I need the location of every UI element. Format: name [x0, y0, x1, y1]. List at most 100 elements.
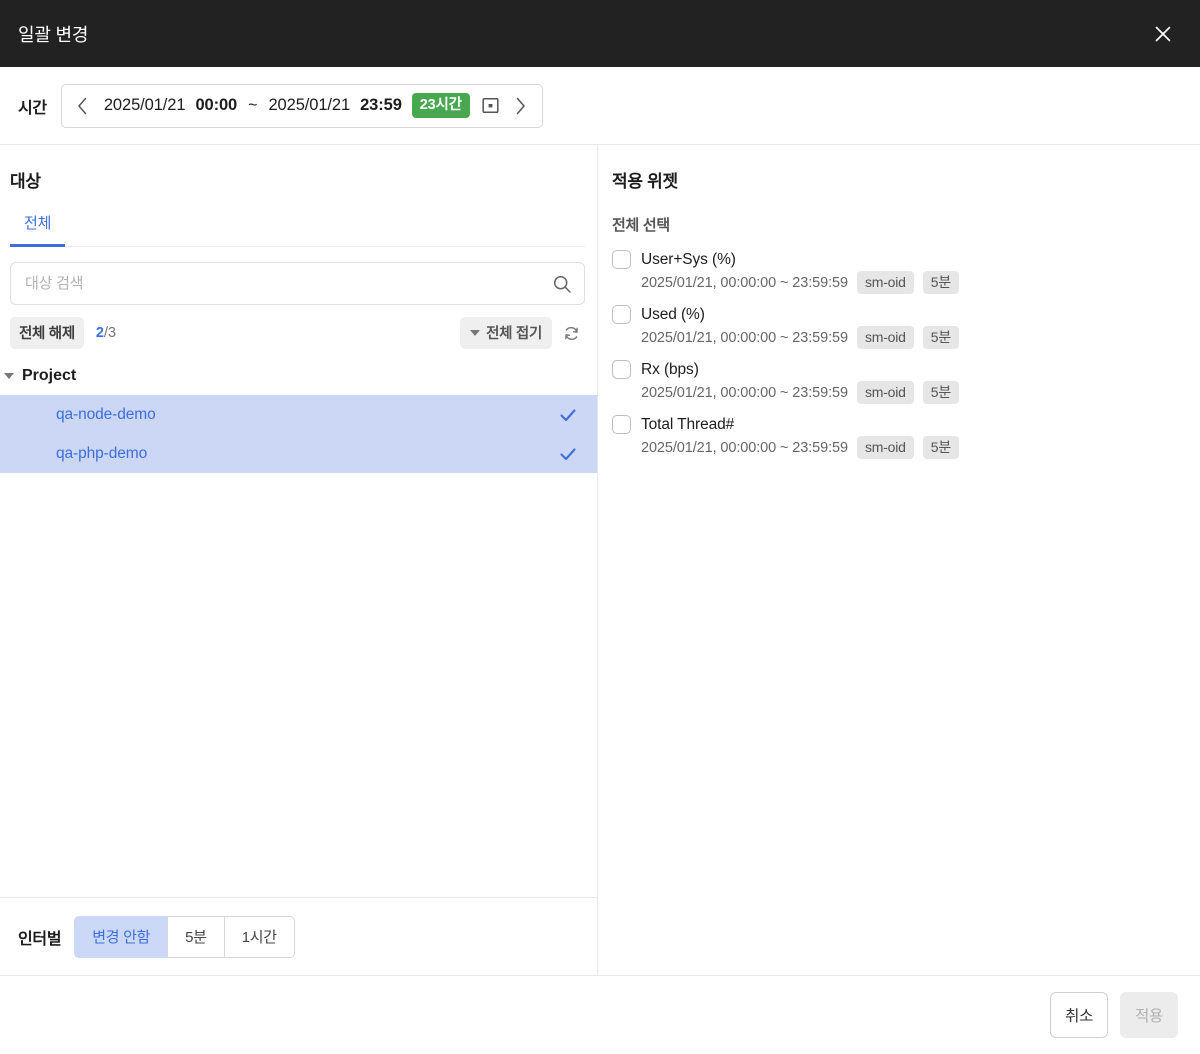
tree-item-list: qa-node-demo qa-php-demo: [0, 395, 597, 473]
collapse-all-button[interactable]: 전체 접기: [460, 317, 552, 349]
tree-group-label: Project: [22, 367, 77, 384]
chevron-down-icon: [4, 373, 14, 379]
widget-source-tag: sm-oid: [856, 436, 914, 460]
chevron-left-glyph: [78, 97, 87, 114]
widget-interval-tag: 5분: [922, 381, 960, 405]
widget-item-header: Rx (bps): [612, 360, 1180, 380]
widget-item: Rx (bps) 2025/01/21, 00:00:00 ~ 23:59:59…: [612, 360, 1180, 405]
time-label: 시간: [18, 99, 47, 117]
target-panel: 대상 전체 전체 해제 2/3: [0, 145, 598, 975]
time-range-row: 시간 2025/01/21 00:00 ~ 2025/01/21 23:59 2…: [0, 67, 1200, 145]
widget-item: Total Thread# 2025/01/21, 00:00:00 ~ 23:…: [612, 415, 1180, 460]
calendar-icon[interactable]: [478, 91, 504, 121]
check-glyph: [560, 408, 576, 421]
check-icon: [557, 443, 579, 465]
chevron-right-glyph: [517, 97, 526, 114]
range-end-date[interactable]: 2025/01/21: [264, 96, 354, 115]
target-toolbar-actions: 전체 접기: [460, 317, 585, 349]
interval-label: 인터벌: [18, 930, 62, 948]
widget-item-meta: 2025/01/21, 00:00:00 ~ 23:59:59 sm-oid 5…: [612, 271, 1180, 295]
widget-checkbox[interactable]: [612, 305, 631, 325]
interval-option-no-change[interactable]: 변경 안함: [74, 915, 168, 958]
refresh-glyph: [564, 326, 578, 340]
widget-checkbox[interactable]: [612, 415, 631, 435]
collapse-all-label: 전체 접기: [486, 326, 542, 342]
widget-checkbox[interactable]: [612, 250, 631, 269]
widget-item: Used (%) 2025/01/21, 00:00:00 ~ 23:59:59…: [612, 305, 1180, 350]
selection-counter-selected: 2: [95, 325, 104, 341]
widget-item-header: Used (%): [612, 305, 1180, 325]
check-icon: [557, 404, 579, 426]
interval-option-5min[interactable]: 5분: [167, 915, 224, 958]
search-icon[interactable]: [552, 274, 572, 294]
cancel-button[interactable]: 취소: [1050, 992, 1109, 1038]
target-panel-top: 대상 전체 전체 해제 2/3: [0, 145, 597, 349]
dialog-title: 일괄 변경: [18, 24, 89, 45]
widget-interval-tag: 5분: [922, 436, 960, 460]
chevron-right-icon[interactable]: [506, 86, 536, 126]
tree-item-qa-node-demo[interactable]: qa-node-demo: [0, 395, 597, 434]
widgets-panel: 적용 위젯 전체 선택 User+Sys (%) 2025/01/21, 00:…: [598, 145, 1200, 975]
widget-title: User+Sys (%): [641, 250, 736, 268]
widget-list: User+Sys (%) 2025/01/21, 00:00:00 ~ 23:5…: [612, 250, 1180, 460]
close-icon[interactable]: [1146, 17, 1180, 51]
chevron-down-icon: [470, 329, 481, 336]
tree-item-label: qa-php-demo: [56, 444, 148, 462]
check-glyph: [560, 447, 576, 460]
interval-segmented-control: 변경 안함 5분 1시간: [74, 915, 295, 958]
dialog-titlebar: 일괄 변경: [0, 0, 1200, 67]
tree-item-label: qa-node-demo: [56, 405, 156, 423]
target-tree: Project qa-node-demo qa-php-demo: [0, 363, 597, 897]
widget-checkbox[interactable]: [612, 360, 631, 380]
widget-source-tag: sm-oid: [856, 381, 914, 405]
range-start-time[interactable]: 00:00: [191, 96, 241, 115]
target-heading: 대상: [10, 172, 41, 191]
target-search[interactable]: [10, 262, 585, 305]
widget-range: 2025/01/21, 00:00:00 ~ 23:59:59: [641, 329, 848, 346]
range-separator: ~: [248, 96, 258, 114]
widget-interval-tag: 5분: [922, 326, 960, 350]
dialog-body: 대상 전체 전체 해제 2/3: [0, 145, 1200, 975]
close-glyph: [1155, 26, 1171, 41]
widget-item-meta: 2025/01/21, 00:00:00 ~ 23:59:59 sm-oid 5…: [612, 381, 1180, 405]
widget-source-tag: sm-oid: [856, 271, 914, 295]
selection-counter-total: /3: [103, 325, 117, 341]
range-start-date[interactable]: 2025/01/21: [100, 96, 190, 115]
widget-range: 2025/01/21, 00:00:00 ~ 23:59:59: [641, 439, 848, 456]
tab-all[interactable]: 전체: [10, 208, 66, 247]
widget-range: 2025/01/21, 00:00:00 ~ 23:59:59: [641, 384, 848, 401]
target-list-toolbar: 전체 해제 2/3 전체 접기: [10, 317, 585, 349]
target-tabs: 전체: [10, 208, 585, 247]
widget-interval-tag: 5분: [922, 271, 960, 295]
calendar-glyph: [482, 97, 499, 114]
range-start-time-value: 00:00: [195, 96, 238, 114]
dialog-footer: 취소 적용: [0, 975, 1200, 1054]
bulk-change-dialog: 일괄 변경 시간 2025/01/21 00:00 ~ 2025/01/21 2…: [0, 0, 1200, 1054]
search-input[interactable]: [25, 275, 552, 292]
widget-title: Used (%): [641, 305, 705, 323]
widget-range: 2025/01/21, 00:00:00 ~ 23:59:59: [641, 274, 848, 291]
widget-item: User+Sys (%) 2025/01/21, 00:00:00 ~ 23:5…: [612, 250, 1180, 295]
interval-option-1hour[interactable]: 1시간: [223, 915, 295, 958]
widget-item-meta: 2025/01/21, 00:00:00 ~ 23:59:59 sm-oid 5…: [612, 436, 1180, 460]
widget-title: Total Thread#: [641, 415, 735, 433]
widget-item-meta: 2025/01/21, 00:00:00 ~ 23:59:59 sm-oid 5…: [612, 326, 1180, 350]
deselect-all-button[interactable]: 전체 해제: [10, 317, 84, 349]
widget-item-header: Total Thread#: [612, 415, 1180, 435]
time-range-picker[interactable]: 2025/01/21 00:00 ~ 2025/01/21 23:59 23시간: [60, 83, 543, 128]
apply-button[interactable]: 적용: [1120, 992, 1178, 1038]
duration-badge: 23시간: [411, 92, 470, 119]
tree-group-project[interactable]: Project: [0, 363, 597, 391]
widgets-heading: 적용 위젯: [612, 172, 678, 191]
widget-source-tag: sm-oid: [856, 326, 914, 350]
selection-counter: 2/3: [96, 325, 116, 341]
widget-item-header: User+Sys (%): [612, 250, 1180, 269]
chevron-left-icon[interactable]: [68, 86, 98, 126]
refresh-icon[interactable]: [557, 319, 585, 347]
select-all-label[interactable]: 전체 선택: [612, 214, 1180, 235]
widget-title: Rx (bps): [641, 360, 699, 378]
tree-item-qa-php-demo[interactable]: qa-php-demo: [0, 434, 597, 473]
interval-row: 인터벌 변경 안함 5분 1시간: [0, 897, 597, 975]
search-glyph: [553, 275, 571, 293]
range-end-time[interactable]: 23:59: [356, 96, 406, 115]
